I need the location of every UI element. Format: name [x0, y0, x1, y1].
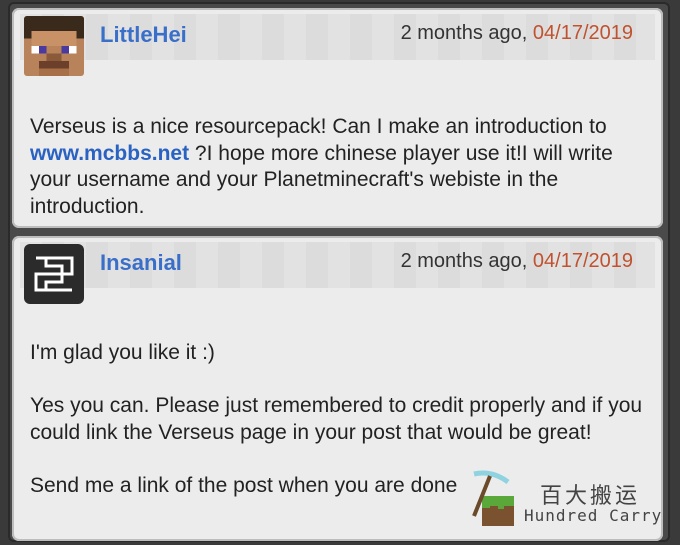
steve-avatar-icon[interactable]	[24, 16, 84, 76]
watermark-english-text: Hundred Carry	[524, 506, 663, 525]
watermark: 百大搬运 Hundred Carry	[468, 470, 668, 530]
comment-paragraph: Yes you can. Please just remembered to c…	[30, 394, 643, 444]
comment-body: Verseus is a nice resourcepack! Can I ma…	[30, 114, 643, 220]
comment-paragraph: I'm glad you like it :)	[30, 341, 215, 364]
comment-meta: 2 months ago, 04/17/2019	[401, 22, 633, 45]
comment-link[interactable]: www.mcbbs.net	[30, 142, 189, 165]
comment-date: 04/17/2019	[532, 250, 633, 272]
comment-time-ago: 2 months ago,	[400, 22, 528, 44]
comment-date: 04/17/2019	[532, 22, 633, 44]
comment-meta: 2 months ago, 04/17/2019	[401, 250, 633, 273]
insanial-logo-avatar-icon[interactable]	[24, 244, 84, 304]
comment-card: LittleHei 2 months ago, 04/17/2019 Verse…	[12, 8, 663, 228]
comment-time-ago: 2 months ago,	[400, 250, 528, 272]
comment-text: Verseus is a nice resourcepack! Can I ma…	[30, 115, 607, 138]
comment-username[interactable]: LittleHei	[100, 22, 187, 48]
comment-username[interactable]: Insanial	[100, 250, 182, 276]
pickaxe-grass-block-icon	[472, 470, 514, 526]
